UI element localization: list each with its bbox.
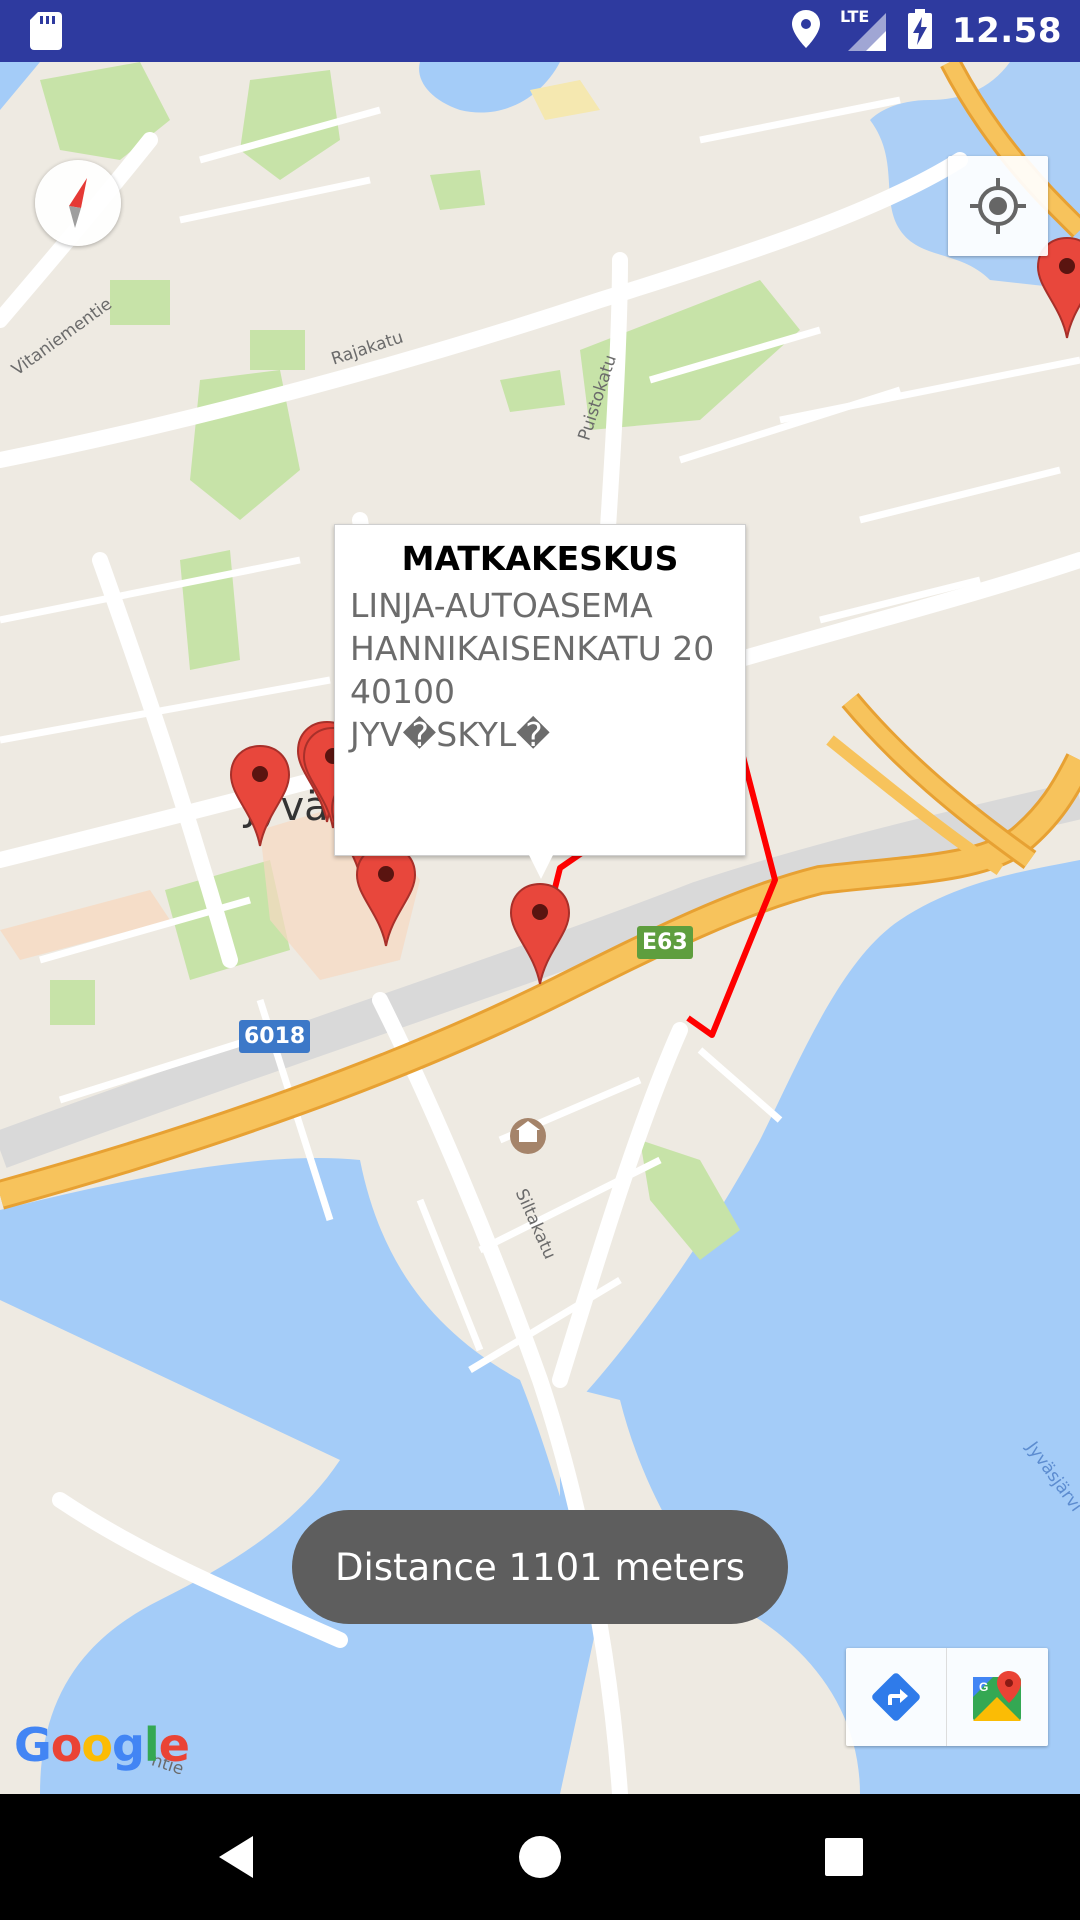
my-location-button[interactable] [948, 156, 1048, 256]
info-window-body: LINJA-AUTOASEMA HANNIKAISENKATU 20 40100… [350, 584, 745, 756]
map-toolbar: G [846, 1648, 1048, 1746]
navigation-bar [0, 1794, 1080, 1920]
info-window-pointer [529, 855, 553, 879]
battery-charging-icon [907, 9, 932, 53]
network-type-label: LTE [839, 7, 870, 26]
home-button[interactable] [500, 1817, 580, 1897]
back-button[interactable] [196, 1817, 276, 1897]
road-shield-e63: E63 [637, 926, 693, 959]
directions-icon [872, 1673, 920, 1721]
compass-icon[interactable] [35, 160, 121, 246]
info-window-title: MATKAKESKUS [401, 539, 679, 578]
distance-toast: Distance 1101 meters [292, 1510, 788, 1624]
info-line: 40100 [350, 672, 455, 711]
my-location-icon [970, 178, 1026, 234]
marker-info-window[interactable]: MATKAKESKUS LINJA-AUTOASEMA HANNIKAISENK… [334, 524, 746, 879]
sd-card-icon [30, 12, 62, 54]
toast-message: Distance 1101 meters [334, 1545, 746, 1589]
info-line: LINJA-AUTOASEMA [350, 586, 653, 625]
map-marker[interactable] [355, 844, 417, 948]
road-shield-6018: 6018 [239, 1020, 311, 1053]
google-maps-icon: G [973, 1671, 1021, 1721]
location-icon [791, 10, 820, 52]
open-google-maps-button[interactable]: G [947, 1648, 1047, 1746]
recents-icon [825, 1838, 863, 1876]
svg-text:G: G [979, 1680, 988, 1694]
clock: 12.58 [951, 11, 1062, 51]
back-icon [219, 1836, 253, 1878]
recents-button[interactable] [804, 1817, 884, 1897]
info-line: HANNIKAISENKATU 20 [350, 629, 715, 668]
directions-button[interactable] [846, 1648, 946, 1746]
info-line: JYV�SKYL� [350, 715, 551, 754]
home-icon [519, 1836, 561, 1878]
signal-icon: LTE [839, 7, 888, 53]
status-bar: LTE 12.58 [0, 0, 1080, 62]
map-marker-selected[interactable] [509, 882, 571, 986]
map-marker[interactable] [229, 744, 291, 848]
google-logo: Google [14, 1718, 190, 1772]
